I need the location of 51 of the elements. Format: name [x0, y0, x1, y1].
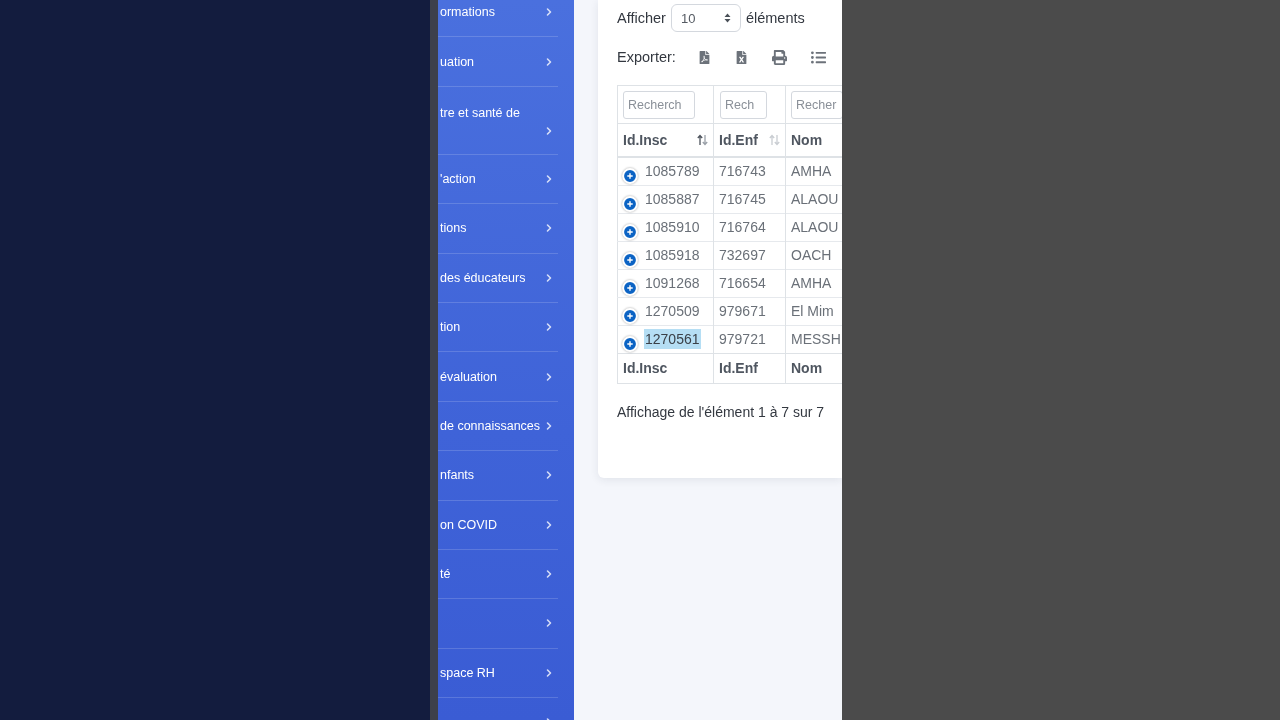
- search-field[interactable]: Recher: [791, 90, 842, 119]
- plus-circle-icon[interactable]: [622, 195, 638, 212]
- sidebar-item[interactable]: 'action: [438, 154, 558, 205]
- plus-circle-icon[interactable]: [622, 251, 638, 268]
- sidebar-item[interactable]: té: [438, 549, 558, 600]
- table-cell: 732697: [713, 241, 786, 269]
- id-value: 1085789: [644, 161, 701, 181]
- plus-circle-icon[interactable]: [622, 167, 638, 184]
- column-header[interactable]: Id.Enf: [713, 123, 786, 157]
- sidebar-item[interactable]: space RH: [438, 648, 558, 699]
- printer-icon[interactable]: [771, 49, 787, 65]
- id-value: 1085918: [644, 245, 701, 265]
- show-label: Afficher: [617, 10, 666, 26]
- up-down-caret-icon: [723, 13, 731, 23]
- sidebar-item[interactable]: des éducateurs: [438, 253, 558, 303]
- pdf-file-icon[interactable]: [697, 50, 711, 64]
- page-size-select[interactable]: 10: [670, 4, 741, 32]
- id-value: 1091268: [644, 273, 701, 293]
- sidebar-item[interactable]: tion: [438, 302, 558, 353]
- sidebar-item[interactable]: tions: [438, 204, 558, 254]
- sidebar-item[interactable]: tre et santé de: [438, 86, 558, 155]
- entries-label: éléments: [745, 10, 805, 26]
- id-value: 1270509: [644, 301, 701, 321]
- column-footer: Id.Insc: [617, 353, 714, 383]
- column-header[interactable]: Id.Insc: [617, 123, 714, 157]
- spreadsheet-file-icon[interactable]: [734, 50, 748, 64]
- plus-circle-icon[interactable]: [622, 335, 638, 352]
- id-value: 1270561: [644, 328, 701, 349]
- sidebar-item[interactable]: de connaissances: [438, 401, 558, 452]
- plus-circle-icon[interactable]: [622, 307, 638, 324]
- table-cell: 979671: [713, 297, 786, 325]
- sidebar-item[interactable]: ormations: [438, 0, 558, 38]
- search-field[interactable]: Recherch: [623, 90, 695, 119]
- table-cell: 979721: [713, 325, 786, 353]
- plus-circle-icon[interactable]: [622, 223, 638, 240]
- sidebar-item[interactable]: uation: [438, 37, 558, 87]
- table-cell: 716745: [713, 185, 786, 213]
- id-value: 1085910: [644, 217, 701, 237]
- table-info-text: Affichage de l'élément 1 à 7 sur 7: [617, 402, 826, 421]
- id-value: 1085887: [644, 189, 701, 209]
- export-label: Exporter:: [617, 49, 676, 65]
- table-cell: 716764: [713, 213, 786, 241]
- sidebar-item[interactable]: on COVID: [438, 500, 558, 550]
- search-field[interactable]: Rech: [720, 90, 767, 119]
- table-cell: 716654: [713, 269, 786, 297]
- list-icon[interactable]: [810, 49, 826, 65]
- table-cell: 716743: [713, 156, 786, 185]
- sidebar-item[interactable]: nfants: [438, 451, 558, 501]
- column-footer: Id.Enf: [713, 353, 786, 383]
- sidebar-item[interactable]: évaluation: [438, 352, 558, 402]
- plus-circle-icon[interactable]: [622, 279, 638, 296]
